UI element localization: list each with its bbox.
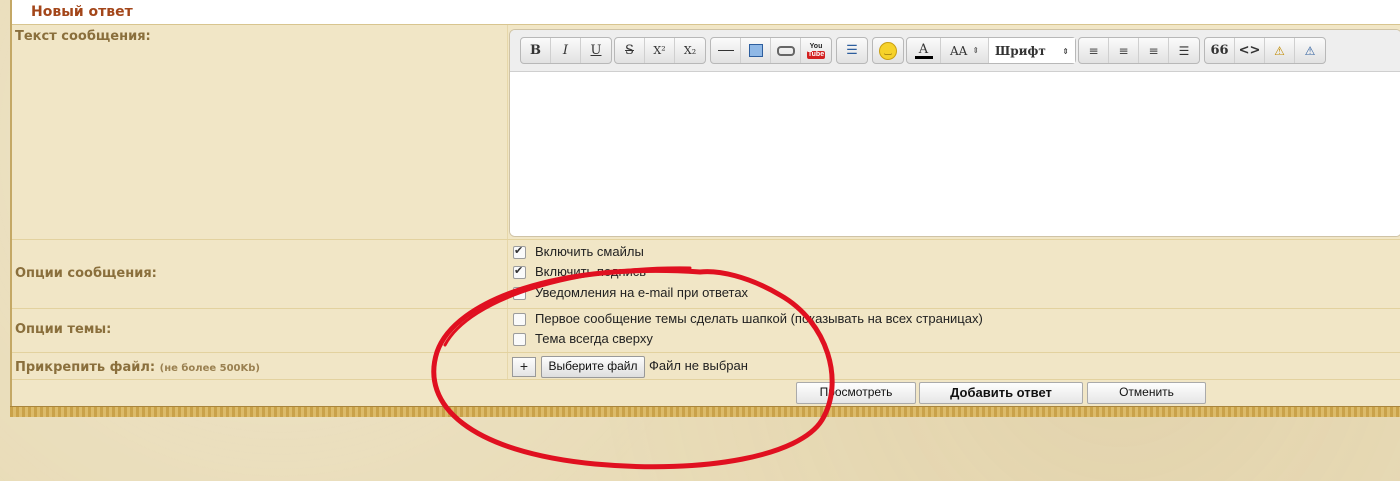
- align-left-button[interactable]: ≡: [1079, 38, 1109, 63]
- file-status-text: Файл не выбран: [649, 358, 748, 373]
- spoiler-button[interactable]: ⚠: [1265, 38, 1295, 63]
- message-options-label: Опции сообщения:: [15, 266, 157, 281]
- panel-bottom-border: [10, 406, 1400, 417]
- insert-group: You Tube: [710, 37, 832, 64]
- select-arrows-icon: ⇕: [1062, 45, 1069, 56]
- align-right-button[interactable]: ≡: [1139, 38, 1169, 63]
- row-divider: [12, 352, 1400, 353]
- hr-button[interactable]: [711, 38, 741, 63]
- editor-toolbar: B I U S X² X₂ You Tube ☰ ‿ A AA ⇕ Шрифт …: [510, 30, 1400, 72]
- font-family-select[interactable]: Шрифт ⇕: [989, 38, 1075, 63]
- align-right-icon: ≡: [1148, 43, 1159, 58]
- align-justify-icon: ☰: [1178, 43, 1190, 58]
- attach-file-text: Прикрепить файл:: [15, 360, 156, 375]
- spoiler-icon: ⚠: [1274, 43, 1285, 58]
- list-icon: ☰: [846, 43, 858, 58]
- image-icon: [748, 44, 763, 57]
- code-button[interactable]: <>: [1235, 38, 1265, 63]
- link-icon: [776, 45, 795, 56]
- script-group: S X² X₂: [614, 37, 706, 64]
- youtube-icon: You Tube: [806, 42, 826, 59]
- align-justify-button[interactable]: ☰: [1169, 38, 1199, 63]
- youtube-button[interactable]: You Tube: [801, 38, 831, 63]
- topic-always-top-label: Тема всегда сверху: [535, 331, 653, 346]
- message-textarea[interactable]: [510, 72, 1400, 236]
- hide-button[interactable]: ⚠: [1295, 38, 1325, 63]
- font-family-label: Шрифт: [995, 43, 1046, 58]
- submit-reply-button[interactable]: Добавить ответ: [919, 382, 1083, 404]
- list-button[interactable]: ☰: [837, 38, 867, 63]
- smiley-button[interactable]: ‿: [873, 38, 903, 63]
- image-button[interactable]: [741, 38, 771, 63]
- subscript-button[interactable]: X₂: [675, 38, 705, 63]
- link-button[interactable]: [771, 38, 801, 63]
- format-group: B I U: [520, 37, 612, 64]
- smiley-group: ‿: [872, 37, 904, 64]
- topic-options-label: Опции темы:: [15, 322, 112, 337]
- font-size-label: AA: [949, 43, 968, 58]
- italic-button[interactable]: I: [551, 38, 581, 63]
- font-color-icon: A: [918, 41, 929, 57]
- message-editor: B I U S X² X₂ You Tube ☰ ‿ A AA ⇕ Шрифт …: [509, 29, 1400, 237]
- column-divider: [507, 25, 508, 380]
- list-group: ☰: [836, 37, 868, 64]
- enable-smilies-label: Включить смайлы: [535, 244, 644, 259]
- font-color-button[interactable]: A: [907, 38, 941, 63]
- align-left-icon: ≡: [1088, 43, 1099, 58]
- email-notify-label: Уведомления на e-mail при ответах: [535, 285, 749, 300]
- attach-limit-text: (не более 500Kb): [159, 363, 260, 374]
- hr-icon: [717, 50, 734, 51]
- sticky-first-post-checkbox[interactable]: [513, 313, 526, 326]
- select-arrows-icon: ⇕: [972, 46, 980, 55]
- attach-file-label: Прикрепить файл: (не более 500Kb): [15, 360, 260, 375]
- font-group: A AA ⇕ Шрифт ⇕: [906, 37, 1076, 64]
- form-title: Новый ответ: [31, 4, 133, 20]
- email-notify-checkbox[interactable]: [513, 287, 526, 300]
- enable-signature-label: Включить подпись: [535, 264, 647, 279]
- font-size-select[interactable]: AA ⇕: [941, 38, 989, 63]
- topic-always-top-checkbox[interactable]: [513, 333, 526, 346]
- hide-icon: ⚠: [1304, 43, 1316, 58]
- strike-button[interactable]: S: [615, 38, 645, 63]
- enable-signature-checkbox[interactable]: [513, 264, 526, 279]
- enable-smilies-checkbox[interactable]: [513, 244, 526, 259]
- sticky-first-post-label: Первое сообщение темы сделать шапкой (по…: [535, 311, 983, 326]
- youtube-icon-top: You: [809, 42, 823, 50]
- font-color-bar: [914, 55, 933, 59]
- bold-button[interactable]: B: [521, 38, 551, 63]
- align-group: ≡ ≡ ≡ ☰: [1078, 37, 1200, 64]
- choose-file-button[interactable]: Выберите файл: [541, 356, 645, 378]
- form-header: Новый ответ: [12, 0, 1400, 25]
- superscript-button[interactable]: X²: [645, 38, 675, 63]
- preview-button[interactable]: Просмотреть: [796, 382, 916, 404]
- add-file-button[interactable]: +: [512, 357, 536, 377]
- message-text-label: Текст сообщения:: [15, 29, 151, 44]
- align-center-button[interactable]: ≡: [1109, 38, 1139, 63]
- row-divider: [12, 308, 1400, 309]
- youtube-icon-bottom: Tube: [806, 50, 826, 59]
- row-divider: [12, 239, 1400, 240]
- align-center-icon: ≡: [1118, 43, 1129, 58]
- underline-button[interactable]: U: [581, 38, 611, 63]
- row-divider: [12, 379, 1400, 380]
- cancel-button[interactable]: Отменить: [1087, 382, 1206, 404]
- block-group: 66 <> ⚠ ⚠: [1204, 37, 1326, 64]
- smiley-icon: ‿: [879, 41, 897, 60]
- quote-button[interactable]: 66: [1205, 38, 1235, 63]
